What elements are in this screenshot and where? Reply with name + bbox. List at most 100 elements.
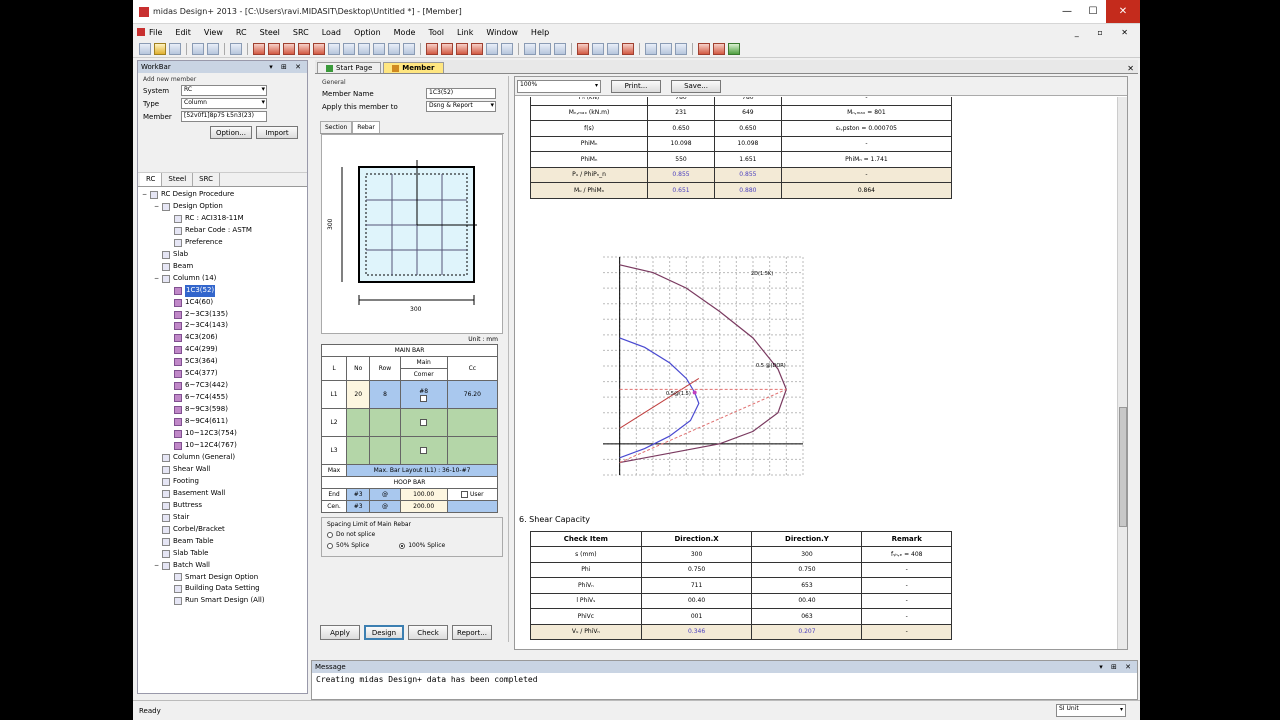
export-icon[interactable] <box>554 42 566 55</box>
end-bar[interactable]: #3 <box>346 488 371 501</box>
layout-icon[interactable] <box>645 42 657 55</box>
tree-item[interactable]: Stair <box>142 512 303 524</box>
scroll-thumb[interactable] <box>1119 407 1127 527</box>
tree-item[interactable]: 2~3C4(143) <box>142 320 303 332</box>
link1-icon[interactable] <box>698 42 710 55</box>
tool3-icon[interactable] <box>607 42 619 55</box>
open-icon[interactable] <box>154 42 166 55</box>
load-combo-icon[interactable] <box>441 42 453 55</box>
zoom-select[interactable]: 100% <box>517 79 601 93</box>
user-checkbox[interactable] <box>461 491 469 498</box>
save-report-button[interactable]: Save... <box>671 79 721 93</box>
tab-start-page[interactable]: Start Page <box>317 62 382 73</box>
import-button[interactable]: Import <box>256 126 298 139</box>
expand-icon[interactable]: − <box>154 201 161 213</box>
tool1-icon[interactable] <box>577 42 589 55</box>
expand-icon[interactable]: − <box>142 189 149 201</box>
splice-icon[interactable] <box>486 42 498 55</box>
column-icon[interactable] <box>283 42 295 55</box>
cen-spacing[interactable]: 200.00 <box>399 500 448 513</box>
end-spacing[interactable]: 100.00 <box>399 488 448 501</box>
tree-item[interactable]: Beam <box>142 261 303 273</box>
tree-item[interactable]: Footing <box>142 476 303 488</box>
tree-item[interactable]: 10~12C4(767) <box>142 440 303 452</box>
tree-item[interactable]: − Column (14) <box>142 273 303 285</box>
report-button[interactable]: Report... <box>452 625 492 640</box>
expand-icon[interactable]: − <box>154 273 161 285</box>
mdi-controls[interactable]: _ ▫ ✕ <box>1075 28 1136 37</box>
delete-icon[interactable] <box>501 42 513 55</box>
row-l1-no[interactable]: 20 <box>346 380 371 409</box>
menu-rc[interactable]: RC <box>236 28 247 37</box>
tree-item[interactable]: 5C4(377) <box>142 368 303 380</box>
save-icon[interactable] <box>169 42 181 55</box>
row-l3-cc[interactable] <box>446 436 499 465</box>
tree-item[interactable]: 1C4(60) <box>142 297 303 309</box>
steel-beam-icon[interactable] <box>328 42 340 55</box>
tree-item[interactable]: 5C3(364) <box>142 356 303 368</box>
row-l3-row[interactable] <box>369 436 401 465</box>
minimize-button[interactable]: — <box>1054 0 1080 23</box>
check-button[interactable]: Check <box>408 625 448 640</box>
expand-icon[interactable]: − <box>154 560 161 572</box>
splice-100-radio[interactable] <box>399 542 406 549</box>
tree-item[interactable]: Buttress <box>142 500 303 512</box>
tile-icon[interactable] <box>660 42 672 55</box>
tree-item[interactable]: Column (General) <box>142 452 303 464</box>
tree-item[interactable]: Slab Table <box>142 548 303 560</box>
slab-icon[interactable] <box>253 42 265 55</box>
menu-help[interactable]: Help <box>531 28 549 37</box>
unit-select[interactable]: SI Unit <box>1056 704 1126 717</box>
menu-view[interactable]: View <box>204 28 223 37</box>
link2-icon[interactable] <box>713 42 725 55</box>
tree-item[interactable]: Run Smart Design (All) <box>142 595 303 607</box>
tool2-icon[interactable] <box>592 42 604 55</box>
message-pin-icon[interactable]: ▾ ⊞ ✕ <box>1099 663 1134 671</box>
member-name-input[interactable]: 1C3(52) <box>426 88 496 99</box>
tab-member[interactable]: Member <box>383 62 444 73</box>
steel-column-icon[interactable] <box>343 42 355 55</box>
tree-item[interactable]: Corbel/Bracket <box>142 524 303 536</box>
menu-link[interactable]: Link <box>457 28 473 37</box>
tab-src[interactable]: SRC <box>193 173 221 186</box>
tree-item[interactable]: 2~3C3(135) <box>142 309 303 321</box>
footing-icon[interactable] <box>313 42 325 55</box>
redo-icon[interactable] <box>207 42 219 55</box>
tree-item[interactable]: Beam Table <box>142 536 303 548</box>
undo-icon[interactable] <box>192 42 204 55</box>
tree-item[interactable]: 6~7C4(455) <box>142 392 303 404</box>
document-close-icon[interactable]: ✕ <box>1127 64 1134 73</box>
menu-mode[interactable]: Mode <box>394 28 416 37</box>
plate-icon[interactable] <box>373 42 385 55</box>
tree-item[interactable]: Building Data Setting <box>142 583 303 595</box>
tree-item[interactable]: Slab <box>142 249 303 261</box>
menu-window[interactable]: Window <box>486 28 518 37</box>
cen-bar[interactable]: #3 <box>346 500 371 513</box>
row-l2-row[interactable] <box>369 408 401 437</box>
connection-icon[interactable] <box>456 42 468 55</box>
help-icon[interactable] <box>230 42 242 55</box>
brace-icon[interactable] <box>358 42 370 55</box>
tree-item[interactable]: − Batch Wall <box>142 560 303 572</box>
row-l2-cc[interactable] <box>446 408 499 437</box>
report-scrollbar[interactable] <box>1117 97 1127 649</box>
load-icon[interactable] <box>426 42 438 55</box>
menu-edit[interactable]: Edit <box>175 28 191 37</box>
type-select[interactable]: Column <box>181 98 267 109</box>
tree-item[interactable]: Preference <box>142 237 303 249</box>
tree-item[interactable]: Basement Wall <box>142 488 303 500</box>
splice-50-radio[interactable] <box>327 542 333 549</box>
menu-file[interactable]: File <box>149 28 162 37</box>
row-l3-main[interactable] <box>399 436 448 465</box>
system-select[interactable]: RC <box>181 85 267 96</box>
row-l2-main[interactable] <box>399 408 448 437</box>
tree-item[interactable]: Smart Design Option <box>142 572 303 584</box>
tree-item[interactable]: 6~7C3(442) <box>142 380 303 392</box>
row-l1-corner-check[interactable] <box>420 394 428 402</box>
workbar-pin-icon[interactable]: ▾ ⊞ ✕ <box>269 63 304 71</box>
src-column-icon[interactable] <box>403 42 415 55</box>
tree-item[interactable]: − RC Design Procedure <box>142 189 303 201</box>
do-not-splice-radio[interactable] <box>327 531 333 538</box>
row-l1-cc[interactable]: 76.20 <box>446 380 499 409</box>
apply-to-select[interactable]: Dsng & Report <box>426 101 496 112</box>
